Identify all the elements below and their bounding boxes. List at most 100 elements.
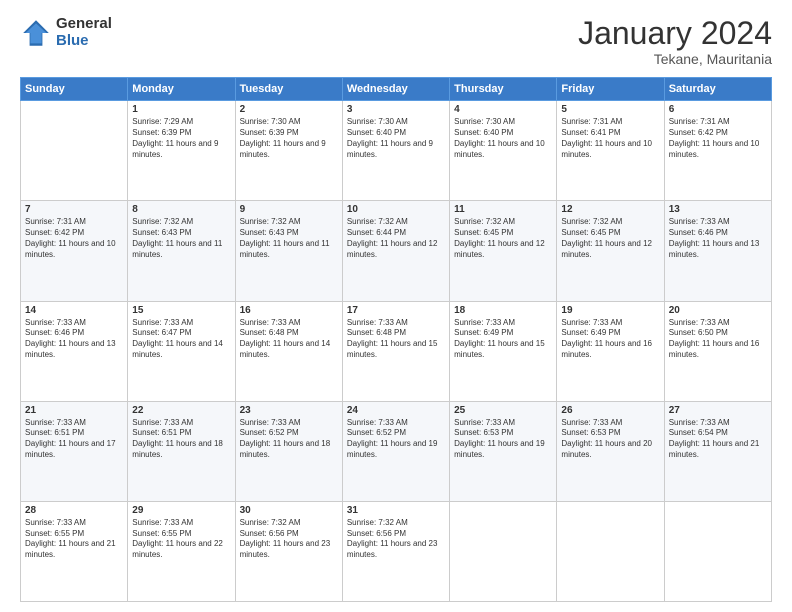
table-row bbox=[21, 101, 128, 201]
cell-info: Sunrise: 7:33 AMSunset: 6:48 PMDaylight:… bbox=[347, 318, 445, 361]
cell-info: Sunrise: 7:33 AMSunset: 6:49 PMDaylight:… bbox=[561, 318, 659, 361]
day-number: 8 bbox=[132, 204, 230, 215]
day-number: 12 bbox=[561, 204, 659, 215]
day-number: 26 bbox=[561, 405, 659, 416]
cell-info: Sunrise: 7:33 AMSunset: 6:46 PMDaylight:… bbox=[25, 318, 123, 361]
day-number: 15 bbox=[132, 305, 230, 316]
cell-info: Sunrise: 7:32 AMSunset: 6:43 PMDaylight:… bbox=[240, 217, 338, 260]
table-row: 23 Sunrise: 7:33 AMSunset: 6:52 PMDayligh… bbox=[235, 401, 342, 501]
cell-info: Sunrise: 7:33 AMSunset: 6:49 PMDaylight:… bbox=[454, 318, 552, 361]
logo-text: General Blue bbox=[56, 16, 112, 49]
table-row bbox=[450, 501, 557, 601]
day-number: 9 bbox=[240, 204, 338, 215]
cell-info: Sunrise: 7:33 AMSunset: 6:51 PMDaylight:… bbox=[132, 418, 230, 461]
table-row: 27 Sunrise: 7:33 AMSunset: 6:54 PMDayligh… bbox=[664, 401, 771, 501]
day-number: 19 bbox=[561, 305, 659, 316]
cell-info: Sunrise: 7:30 AMSunset: 6:40 PMDaylight:… bbox=[347, 117, 445, 160]
cell-info: Sunrise: 7:32 AMSunset: 6:56 PMDaylight:… bbox=[347, 518, 445, 561]
cell-info: Sunrise: 7:32 AMSunset: 6:45 PMDaylight:… bbox=[561, 217, 659, 260]
table-row: 1 Sunrise: 7:29 AMSunset: 6:39 PMDaylight… bbox=[128, 101, 235, 201]
cell-info: Sunrise: 7:32 AMSunset: 6:45 PMDaylight:… bbox=[454, 217, 552, 260]
table-row: 10 Sunrise: 7:32 AMSunset: 6:44 PMDayligh… bbox=[342, 201, 449, 301]
table-row bbox=[557, 501, 664, 601]
day-number: 24 bbox=[347, 405, 445, 416]
cell-info: Sunrise: 7:33 AMSunset: 6:53 PMDaylight:… bbox=[454, 418, 552, 461]
logo-icon bbox=[20, 17, 52, 49]
cell-info: Sunrise: 7:33 AMSunset: 6:52 PMDaylight:… bbox=[240, 418, 338, 461]
logo-blue-text: Blue bbox=[56, 33, 112, 50]
cell-info: Sunrise: 7:30 AMSunset: 6:39 PMDaylight:… bbox=[240, 117, 338, 160]
table-row: 26 Sunrise: 7:33 AMSunset: 6:53 PMDayligh… bbox=[557, 401, 664, 501]
table-row: 11Sunrise: 7:32 AMSunset: 6:45 PMDayligh… bbox=[450, 201, 557, 301]
table-row: 5 Sunrise: 7:31 AMSunset: 6:41 PMDaylight… bbox=[557, 101, 664, 201]
col-sunday: Sunday bbox=[21, 78, 128, 101]
table-row: 22 Sunrise: 7:33 AMSunset: 6:51 PMDayligh… bbox=[128, 401, 235, 501]
table-row: 24Sunrise: 7:33 AMSunset: 6:52 PMDayligh… bbox=[342, 401, 449, 501]
col-friday: Friday bbox=[557, 78, 664, 101]
table-row: 19 Sunrise: 7:33 AMSunset: 6:49 PMDayligh… bbox=[557, 301, 664, 401]
table-row: 15 Sunrise: 7:33 AMSunset: 6:47 PMDayligh… bbox=[128, 301, 235, 401]
col-thursday: Thursday bbox=[450, 78, 557, 101]
day-number: 10 bbox=[347, 204, 445, 215]
day-number: 20 bbox=[669, 305, 767, 316]
day-number: 1 bbox=[132, 104, 230, 115]
table-row: 16 Sunrise: 7:33 AMSunset: 6:48 PMDayligh… bbox=[235, 301, 342, 401]
cell-info: Sunrise: 7:32 AMSunset: 6:44 PMDaylight:… bbox=[347, 217, 445, 260]
table-row: 3 Sunrise: 7:30 AMSunset: 6:40 PMDaylight… bbox=[342, 101, 449, 201]
day-number: 18 bbox=[454, 305, 552, 316]
table-row: 6 Sunrise: 7:31 AMSunset: 6:42 PMDaylight… bbox=[664, 101, 771, 201]
table-row: 20Sunrise: 7:33 AMSunset: 6:50 PMDayligh… bbox=[664, 301, 771, 401]
header: General Blue January 2024 Tekane, Maurit… bbox=[20, 16, 772, 67]
day-number: 5 bbox=[561, 104, 659, 115]
day-number: 27 bbox=[669, 405, 767, 416]
cell-info: Sunrise: 7:31 AMSunset: 6:42 PMDaylight:… bbox=[25, 217, 123, 260]
calendar-title: January 2024 bbox=[578, 16, 772, 51]
table-row: 7 Sunrise: 7:31 AMSunset: 6:42 PMDaylight… bbox=[21, 201, 128, 301]
cell-info: Sunrise: 7:31 AMSunset: 6:42 PMDaylight:… bbox=[669, 117, 767, 160]
day-number: 3 bbox=[347, 104, 445, 115]
table-row: 25 Sunrise: 7:33 AMSunset: 6:53 PMDayligh… bbox=[450, 401, 557, 501]
col-saturday: Saturday bbox=[664, 78, 771, 101]
cell-info: Sunrise: 7:31 AMSunset: 6:41 PMDaylight:… bbox=[561, 117, 659, 160]
table-row bbox=[664, 501, 771, 601]
table-row: 29 Sunrise: 7:33 AMSunset: 6:55 PMDayligh… bbox=[128, 501, 235, 601]
cell-info: Sunrise: 7:33 AMSunset: 6:47 PMDaylight:… bbox=[132, 318, 230, 361]
logo: General Blue bbox=[20, 16, 112, 49]
table-row: 13Sunrise: 7:33 AMSunset: 6:46 PMDayligh… bbox=[664, 201, 771, 301]
cell-info: Sunrise: 7:33 AMSunset: 6:54 PMDaylight:… bbox=[669, 418, 767, 461]
calendar-location: Tekane, Mauritania bbox=[578, 51, 772, 67]
day-number: 25 bbox=[454, 405, 552, 416]
table-row: 30Sunrise: 7:32 AMSunset: 6:56 PMDayligh… bbox=[235, 501, 342, 601]
day-number: 4 bbox=[454, 104, 552, 115]
cell-info: Sunrise: 7:33 AMSunset: 6:55 PMDaylight:… bbox=[25, 518, 123, 561]
day-number: 7 bbox=[25, 204, 123, 215]
day-number: 21 bbox=[25, 405, 123, 416]
day-number: 13 bbox=[669, 204, 767, 215]
cell-info: Sunrise: 7:33 AMSunset: 6:48 PMDaylight:… bbox=[240, 318, 338, 361]
day-number: 6 bbox=[669, 104, 767, 115]
day-number: 2 bbox=[240, 104, 338, 115]
table-row: 9 Sunrise: 7:32 AMSunset: 6:43 PMDaylight… bbox=[235, 201, 342, 301]
table-row: 8Sunrise: 7:32 AMSunset: 6:43 PMDaylight… bbox=[128, 201, 235, 301]
cell-info: Sunrise: 7:33 AMSunset: 6:51 PMDaylight:… bbox=[25, 418, 123, 461]
cell-info: Sunrise: 7:30 AMSunset: 6:40 PMDaylight:… bbox=[454, 117, 552, 160]
table-row: 17 Sunrise: 7:33 AMSunset: 6:48 PMDayligh… bbox=[342, 301, 449, 401]
cell-info: Sunrise: 7:33 AMSunset: 6:55 PMDaylight:… bbox=[132, 518, 230, 561]
day-number: 16 bbox=[240, 305, 338, 316]
cell-info: Sunrise: 7:29 AMSunset: 6:39 PMDaylight:… bbox=[132, 117, 230, 160]
cell-info: Sunrise: 7:33 AMSunset: 6:53 PMDaylight:… bbox=[561, 418, 659, 461]
day-number: 14 bbox=[25, 305, 123, 316]
day-number: 29 bbox=[132, 505, 230, 516]
header-row: Sunday Monday Tuesday Wednesday Thursday… bbox=[21, 78, 772, 101]
day-number: 17 bbox=[347, 305, 445, 316]
logo-general-text: General bbox=[56, 16, 112, 33]
day-number: 23 bbox=[240, 405, 338, 416]
day-number: 22 bbox=[132, 405, 230, 416]
calendar-table: Sunday Monday Tuesday Wednesday Thursday… bbox=[20, 77, 772, 602]
table-row: 4 Sunrise: 7:30 AMSunset: 6:40 PMDaylight… bbox=[450, 101, 557, 201]
table-row: 14 Sunrise: 7:33 AMSunset: 6:46 PMDayligh… bbox=[21, 301, 128, 401]
cell-info: Sunrise: 7:32 AMSunset: 6:56 PMDaylight:… bbox=[240, 518, 338, 561]
table-row: 12 Sunrise: 7:32 AMSunset: 6:45 PMDayligh… bbox=[557, 201, 664, 301]
title-block: January 2024 Tekane, Mauritania bbox=[578, 16, 772, 67]
day-number: 28 bbox=[25, 505, 123, 516]
